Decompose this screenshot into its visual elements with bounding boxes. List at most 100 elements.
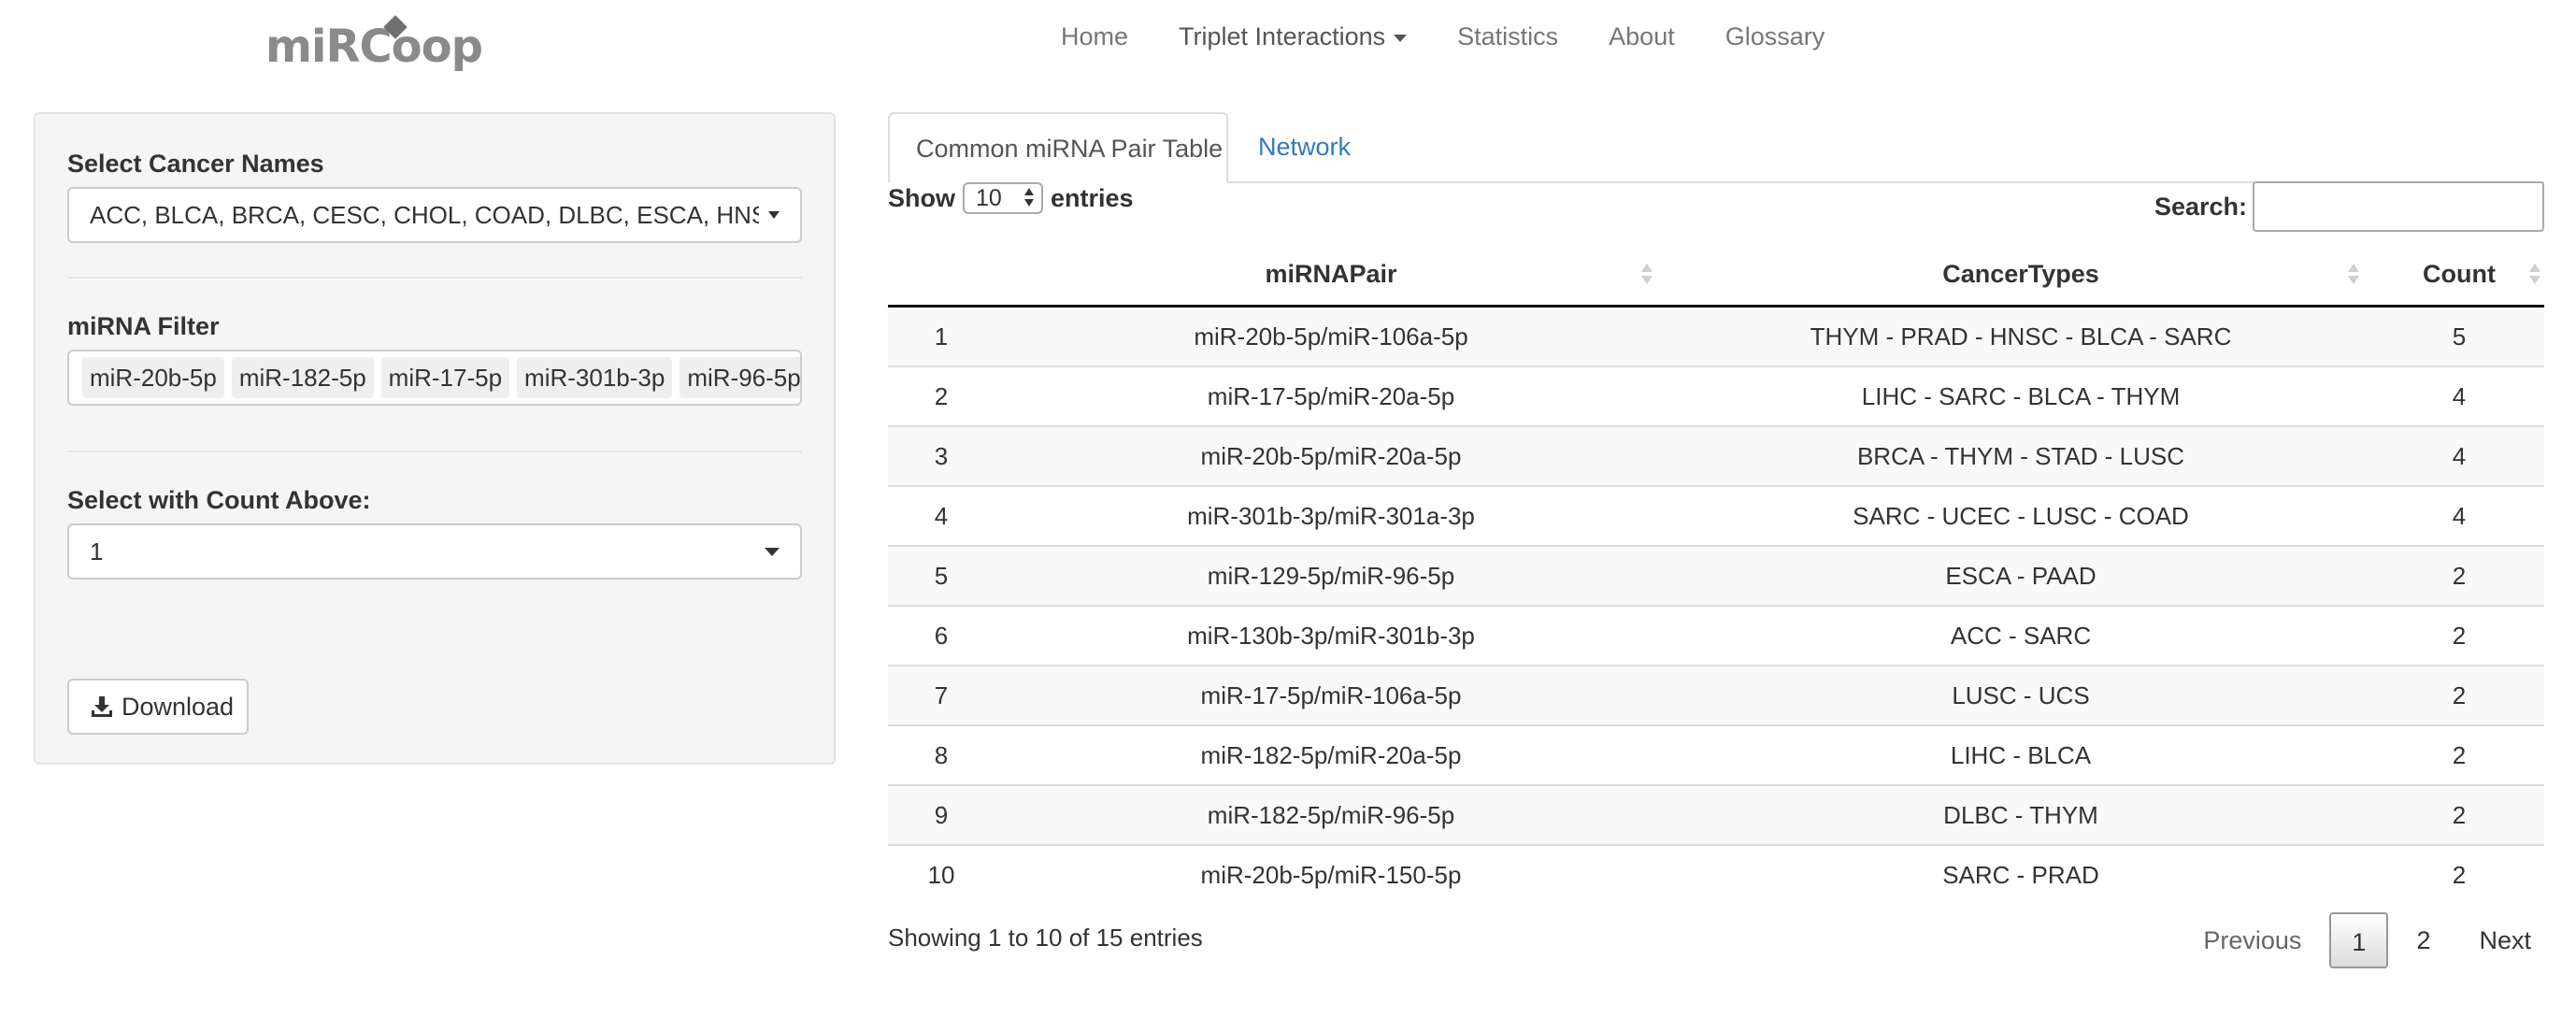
divider bbox=[67, 451, 802, 452]
next-page-button[interactable]: Next bbox=[2454, 912, 2555, 968]
table-row[interactable]: 1 miR-20b-5p/miR-106a-5p THYM - PRAD - H… bbox=[888, 306, 2544, 366]
table-row[interactable]: 5 miR-129-5p/miR-96-5p ESCA - PAAD 2 bbox=[888, 545, 2544, 606]
cell-index: 3 bbox=[888, 425, 995, 486]
table-row[interactable]: 10 miR-20b-5p/miR-150-5p SARC - PRAD 2 bbox=[888, 844, 2544, 904]
dropdown-caret-icon bbox=[768, 211, 780, 219]
table-header-row: miRNAPair CancerTypes Count bbox=[888, 243, 2544, 308]
cell-index: 4 bbox=[888, 485, 995, 546]
entries-length-select[interactable]: 10 bbox=[963, 182, 1043, 214]
cell-cancertypes: LIHC - SARC - BLCA - THYM bbox=[1667, 365, 2374, 426]
main-nav: Home Triplet Interactions Statistics Abo… bbox=[1036, 0, 1850, 73]
table-row[interactable]: 9 miR-182-5p/miR-96-5p DLBC - THYM 2 bbox=[888, 784, 2544, 845]
download-label: Download bbox=[122, 692, 235, 721]
column-header-label: Count bbox=[2423, 259, 2496, 288]
cell-index: 9 bbox=[888, 784, 995, 845]
dropdown-caret-icon bbox=[765, 548, 780, 556]
count-above-value: 1 bbox=[90, 537, 104, 566]
entries-length-value: 10 bbox=[976, 185, 1002, 211]
search-label: Search: bbox=[2154, 192, 2247, 221]
column-header-count[interactable]: Count bbox=[2374, 243, 2544, 308]
nav-statistics[interactable]: Statistics bbox=[1432, 0, 1583, 73]
cell-mirnapair: miR-17-5p/miR-20a-5p bbox=[995, 365, 1667, 426]
cell-mirnapair: miR-301b-3p/miR-301a-3p bbox=[995, 485, 1667, 546]
table-info: Showing 1 to 10 of 15 entries bbox=[888, 924, 1203, 952]
cell-count: 2 bbox=[2374, 784, 2544, 845]
mirna-filter-input[interactable]: miR-20b-5p miR-182-5p miR-17-5p miR-301b… bbox=[67, 350, 802, 406]
page-button-1[interactable]: 1 bbox=[2329, 912, 2389, 968]
download-button[interactable]: Download bbox=[67, 679, 249, 735]
cell-mirnapair: miR-20b-5p/miR-20a-5p bbox=[995, 425, 1667, 486]
count-above-label: Select with Count Above: bbox=[67, 486, 371, 514]
table-row[interactable]: 6 miR-130b-3p/miR-301b-3p ACC - SARC 2 bbox=[888, 605, 2544, 666]
caret-down-icon bbox=[1394, 34, 1408, 42]
site-logo[interactable]: miRCoop bbox=[265, 13, 483, 75]
show-entries-control: Show 10 entries bbox=[888, 179, 1134, 217]
cell-index: 6 bbox=[888, 605, 995, 666]
table-row[interactable]: 8 miR-182-5p/miR-20a-5p LIHC - BLCA 2 bbox=[888, 724, 2544, 785]
cell-count: 4 bbox=[2374, 485, 2544, 546]
cell-index: 7 bbox=[888, 665, 995, 725]
sidebar-panel: Select Cancer Names ACC, BLCA, BRCA, CES… bbox=[34, 112, 836, 765]
mirna-pair-table: miRNAPair CancerTypes Count 1 miR-20b-5p… bbox=[888, 243, 2544, 904]
cell-cancertypes: ACC - SARC bbox=[1667, 605, 2374, 666]
nav-triplet-label: Triplet Interactions bbox=[1179, 22, 1386, 50]
column-header-label: miRNAPair bbox=[1265, 259, 1397, 288]
nav-home[interactable]: Home bbox=[1036, 0, 1153, 73]
cell-index: 1 bbox=[934, 322, 949, 351]
mirna-tag[interactable]: miR-20b-5p bbox=[82, 357, 224, 398]
table-search: Search: bbox=[2154, 181, 2544, 232]
cancer-names-value: ACC, BLCA, BRCA, CESC, CHOL, COAD, DLBC,… bbox=[90, 201, 759, 229]
cell-cancertypes: THYM - PRAD - HNSC - BLCA - SARC bbox=[1810, 322, 2232, 351]
column-header-mirnapair[interactable]: miRNAPair bbox=[995, 243, 1667, 308]
nav-glossary[interactable]: Glossary bbox=[1700, 0, 1851, 73]
sort-icon bbox=[2529, 264, 2540, 284]
cell-cancertypes: LIHC - BLCA bbox=[1667, 724, 2374, 785]
cell-cancertypes: BRCA - THYM - STAD - LUSC bbox=[1667, 425, 2374, 486]
cell-cancertypes: SARC - UCEC - LUSC - COAD bbox=[1667, 485, 2374, 546]
sort-icon bbox=[1641, 264, 1653, 284]
mirna-tag[interactable]: miR-182-5p bbox=[231, 357, 374, 398]
cell-mirnapair: miR-182-5p/miR-20a-5p bbox=[995, 724, 1667, 785]
mirna-tag[interactable]: miR-17-5p bbox=[380, 357, 510, 398]
table-row[interactable]: 7 miR-17-5p/miR-106a-5p LUSC - UCS 2 bbox=[888, 665, 2544, 725]
mirna-filter-label: miRNA Filter bbox=[67, 312, 220, 340]
previous-page-button[interactable]: Previous bbox=[2179, 912, 2326, 968]
mirna-tag[interactable]: miR-301b-3p bbox=[517, 357, 673, 398]
count-above-select[interactable]: 1 bbox=[67, 523, 802, 580]
mirna-tag[interactable]: miR-96-5p bbox=[680, 357, 800, 398]
cell-mirnapair: miR-130b-3p/miR-301b-3p bbox=[995, 605, 1667, 666]
table-body: 1 miR-20b-5p/miR-106a-5p THYM - PRAD - H… bbox=[888, 306, 2544, 904]
cell-mirnapair: miR-20b-5p/miR-106a-5p bbox=[1194, 322, 1468, 351]
divider bbox=[67, 277, 802, 279]
cell-mirnapair: miR-182-5p/miR-96-5p bbox=[995, 784, 1667, 845]
tab-common-mirna-pair-table[interactable]: Common miRNA Pair Table bbox=[888, 112, 1228, 183]
download-icon bbox=[92, 696, 112, 717]
column-header-cancertypes[interactable]: CancerTypes bbox=[1667, 243, 2374, 308]
cell-count: 2 bbox=[2374, 605, 2544, 666]
nav-about[interactable]: About bbox=[1583, 0, 1700, 73]
page-button-2[interactable]: 2 bbox=[2392, 912, 2454, 968]
cell-cancertypes: DLBC - THYM bbox=[1667, 784, 2374, 845]
column-header-index[interactable] bbox=[888, 243, 995, 308]
pagination: Previous 1 2 Next bbox=[2179, 912, 2555, 968]
cell-count: 2 bbox=[2374, 545, 2544, 606]
cell-mirnapair: miR-17-5p/miR-106a-5p bbox=[995, 665, 1667, 725]
entries-label: entries bbox=[1051, 183, 1134, 212]
cell-cancertypes: ESCA - PAAD bbox=[1667, 545, 2374, 606]
spinner-icon bbox=[1024, 188, 1034, 207]
cell-count: 4 bbox=[2374, 365, 2544, 426]
cancer-names-select[interactable]: ACC, BLCA, BRCA, CESC, CHOL, COAD, DLBC,… bbox=[67, 187, 802, 243]
cancer-names-label: Select Cancer Names bbox=[67, 150, 324, 178]
table-row[interactable]: 2 miR-17-5p/miR-20a-5p LIHC - SARC - BLC… bbox=[888, 365, 2544, 426]
table-row[interactable]: 3 miR-20b-5p/miR-20a-5p BRCA - THYM - ST… bbox=[888, 425, 2544, 486]
search-input[interactable] bbox=[2253, 181, 2544, 232]
table-row[interactable]: 4 miR-301b-3p/miR-301a-3p SARC - UCEC - … bbox=[888, 485, 2544, 546]
nav-triplet-interactions[interactable]: Triplet Interactions bbox=[1153, 0, 1432, 73]
tab-network[interactable]: Network bbox=[1232, 112, 1377, 181]
column-header-label: CancerTypes bbox=[1942, 259, 2099, 288]
cell-count: 5 bbox=[2452, 322, 2467, 351]
cell-count: 2 bbox=[2374, 844, 2544, 904]
cell-count: 2 bbox=[2374, 724, 2544, 785]
cell-index: 10 bbox=[888, 844, 995, 904]
logo-text: miRCoop bbox=[265, 21, 483, 73]
